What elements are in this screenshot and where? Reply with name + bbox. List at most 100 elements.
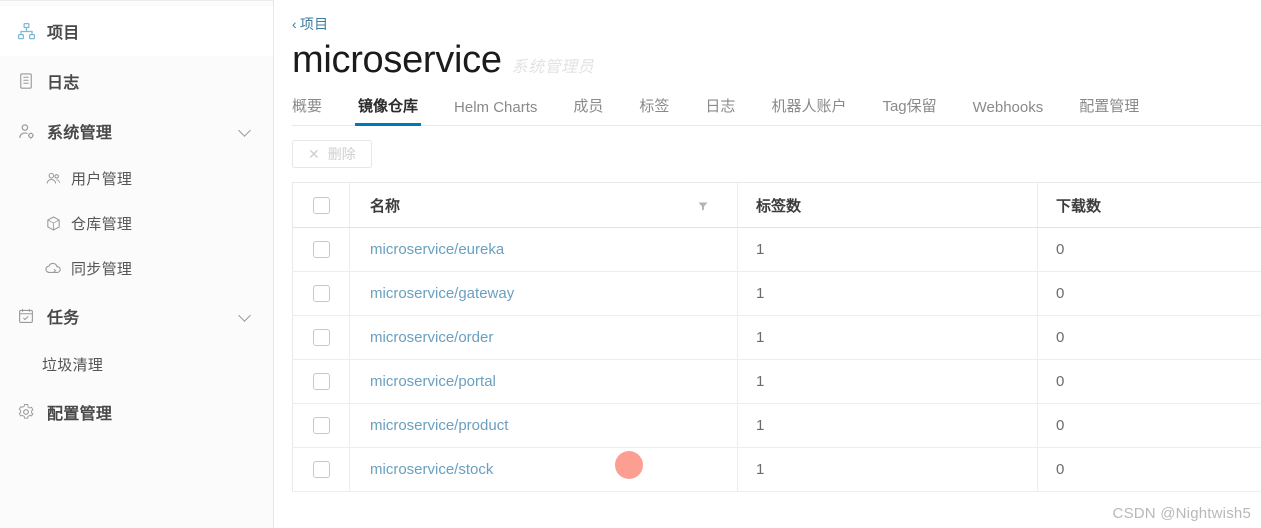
main-content: ‹ 项目 microservice 系统管理员 概要 镜像仓库 Helm Cha… bbox=[274, 0, 1261, 528]
sidebar-item-configuration[interactable]: 配置管理 bbox=[0, 387, 273, 437]
chevron-left-icon: ‹ bbox=[292, 16, 297, 32]
table-row[interactable]: microservice/portal 1 0 bbox=[293, 360, 1261, 404]
page-title: microservice bbox=[292, 39, 502, 81]
repository-link[interactable]: microservice/order bbox=[370, 329, 493, 346]
sidebar-item-label: 任务 bbox=[47, 310, 80, 327]
tab-summary[interactable]: 概要 bbox=[292, 95, 322, 125]
tab-configuration[interactable]: 配置管理 bbox=[1079, 95, 1139, 125]
config-icon bbox=[14, 402, 38, 422]
column-header-downloads[interactable]: 下载数 bbox=[1037, 183, 1261, 227]
close-icon: ✕ bbox=[308, 146, 320, 162]
sidebar-item-user-management[interactable]: 用户管理 bbox=[0, 156, 273, 201]
tab-members[interactable]: 成员 bbox=[573, 95, 603, 125]
system-admin-icon bbox=[14, 121, 38, 141]
chevron-down-icon[interactable] bbox=[239, 310, 251, 322]
tasks-icon bbox=[14, 306, 38, 326]
cell-tags: 1 bbox=[737, 316, 1037, 359]
sidebar: 项目 日志 系统管理 用户管理 仓库管理 同步管理 任务 垃圾清理 配置管理 bbox=[0, 0, 274, 528]
sidebar-item-registry-management[interactable]: 仓库管理 bbox=[0, 201, 273, 246]
column-header-name-label: 名称 bbox=[370, 197, 401, 215]
cell-tags: 1 bbox=[737, 360, 1037, 403]
replication-icon bbox=[42, 259, 64, 279]
cell-tags: 1 bbox=[737, 228, 1037, 271]
column-header-tags-label: 标签数 bbox=[756, 197, 802, 215]
table-header-row: 名称 标签数 下载数 bbox=[293, 183, 1261, 228]
repository-link[interactable]: microservice/product bbox=[370, 417, 508, 434]
cell-downloads: 0 bbox=[1037, 404, 1261, 447]
delete-button-label: 删除 bbox=[327, 146, 356, 162]
breadcrumb-label: 项目 bbox=[299, 16, 329, 32]
row-select-cell bbox=[293, 285, 349, 302]
sidebar-item-label: 系统管理 bbox=[47, 125, 113, 142]
registry-icon bbox=[42, 214, 64, 234]
table-row[interactable]: microservice/gateway 1 0 bbox=[293, 272, 1261, 316]
sidebar-item-tasks[interactable]: 任务 bbox=[0, 291, 273, 341]
table-row[interactable]: microservice/stock 1 0 bbox=[293, 448, 1261, 492]
repository-link[interactable]: microservice/gateway bbox=[370, 285, 514, 302]
row-select-cell bbox=[293, 373, 349, 390]
app-root: 项目 日志 系统管理 用户管理 仓库管理 同步管理 任务 垃圾清理 配置管理 ‹… bbox=[0, 0, 1261, 528]
tab-labels[interactable]: 标签 bbox=[639, 95, 669, 125]
breadcrumb-back-to-projects[interactable]: ‹ 项目 bbox=[292, 14, 328, 34]
cell-tags: 1 bbox=[737, 448, 1037, 491]
tab-bar: 概要 镜像仓库 Helm Charts 成员 标签 日志 机器人账户 Tag保留… bbox=[292, 90, 1261, 126]
select-all-checkbox[interactable] bbox=[312, 196, 330, 214]
tab-helm-charts[interactable]: Helm Charts bbox=[454, 99, 537, 125]
row-select-cell bbox=[293, 241, 349, 258]
sidebar-item-projects[interactable]: 项目 bbox=[0, 6, 273, 56]
filter-icon[interactable] bbox=[697, 199, 709, 211]
sidebar-top-divider bbox=[0, 0, 273, 1]
table-row[interactable]: microservice/order 1 0 bbox=[293, 316, 1261, 360]
cell-name: microservice/product bbox=[349, 404, 737, 447]
sidebar-item-label: 日志 bbox=[47, 75, 80, 92]
row-checkbox[interactable] bbox=[312, 285, 330, 302]
title-row: microservice 系统管理员 bbox=[292, 36, 1261, 84]
row-checkbox[interactable] bbox=[312, 417, 330, 434]
cell-name: microservice/eureka bbox=[349, 228, 737, 271]
repository-link[interactable]: microservice/portal bbox=[370, 373, 496, 390]
column-header-name[interactable]: 名称 bbox=[349, 183, 737, 227]
repository-link[interactable]: microservice/stock bbox=[370, 461, 493, 478]
project-role-label: 系统管理员 bbox=[511, 59, 595, 76]
tab-logs[interactable]: 日志 bbox=[705, 95, 735, 125]
row-checkbox[interactable] bbox=[312, 461, 330, 478]
cell-name: microservice/order bbox=[349, 316, 737, 359]
sidebar-item-label: 用户管理 bbox=[71, 171, 133, 188]
cell-downloads: 0 bbox=[1037, 316, 1261, 359]
cell-tags: 1 bbox=[737, 272, 1037, 315]
table-row[interactable]: microservice/eureka 1 0 bbox=[293, 228, 1261, 272]
cell-name: microservice/gateway bbox=[349, 272, 737, 315]
watermark: CSDN @Nightwish5 bbox=[1112, 505, 1251, 522]
sidebar-item-label: 仓库管理 bbox=[71, 216, 133, 233]
sidebar-item-system-admin[interactable]: 系统管理 bbox=[0, 106, 273, 156]
sidebar-item-logs[interactable]: 日志 bbox=[0, 56, 273, 106]
column-header-downloads-label: 下载数 bbox=[1056, 197, 1102, 215]
cell-tags: 1 bbox=[737, 404, 1037, 447]
tab-robot-accounts[interactable]: 机器人账户 bbox=[771, 95, 846, 125]
table-row[interactable]: microservice/product 1 0 bbox=[293, 404, 1261, 448]
table-toolbar: ✕ 删除 推送镜像 bbox=[292, 126, 1261, 182]
cell-name: microservice/portal bbox=[349, 360, 737, 403]
delete-button[interactable]: ✕ 删除 bbox=[292, 140, 372, 168]
users-icon bbox=[42, 169, 64, 189]
projects-icon bbox=[14, 21, 38, 41]
row-checkbox[interactable] bbox=[312, 329, 330, 346]
chevron-down-icon[interactable] bbox=[239, 125, 251, 137]
repository-link[interactable]: microservice/eureka bbox=[370, 241, 504, 258]
cell-downloads: 0 bbox=[1037, 228, 1261, 271]
column-header-tags[interactable]: 标签数 bbox=[737, 183, 1037, 227]
cell-downloads: 0 bbox=[1037, 360, 1261, 403]
row-checkbox[interactable] bbox=[312, 373, 330, 390]
row-checkbox[interactable] bbox=[312, 241, 330, 258]
tab-repositories[interactable]: 镜像仓库 bbox=[355, 95, 422, 126]
row-select-cell bbox=[293, 329, 349, 346]
row-select-cell bbox=[293, 461, 349, 478]
sidebar-item-label: 项目 bbox=[47, 25, 80, 42]
sidebar-item-garbage-collection[interactable]: 垃圾清理 bbox=[0, 341, 273, 387]
tab-webhooks[interactable]: Webhooks bbox=[973, 99, 1044, 125]
repositories-table: 名称 标签数 下载数 microservice/eureka 1 0 micro… bbox=[292, 182, 1261, 492]
cell-name: microservice/stock bbox=[349, 448, 737, 491]
sidebar-item-replication-management[interactable]: 同步管理 bbox=[0, 246, 273, 291]
tab-tag-retention[interactable]: Tag保留 bbox=[882, 95, 936, 125]
row-select-cell bbox=[293, 417, 349, 434]
